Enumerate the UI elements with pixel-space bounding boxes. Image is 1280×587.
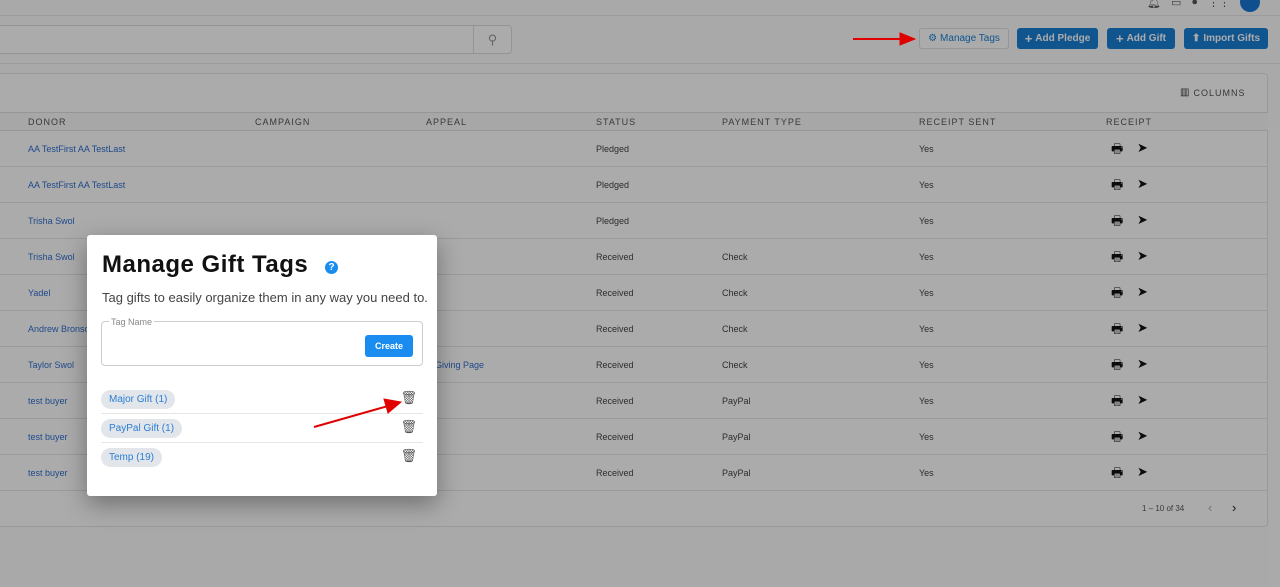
annotation-arrows (313, 32, 917, 428)
annotation-arrow (313, 398, 403, 428)
annotation-arrow (853, 32, 917, 46)
